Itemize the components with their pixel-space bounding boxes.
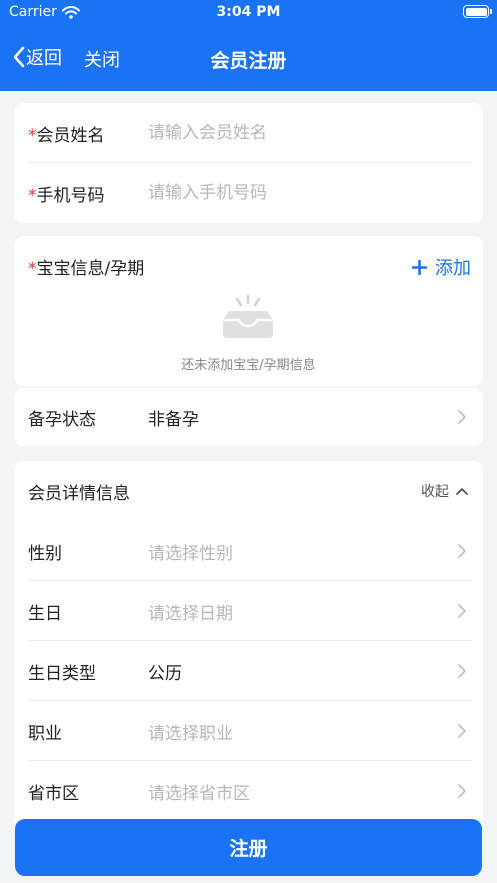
detail-label: 职业 [28, 723, 62, 744]
chevron-up-icon [456, 488, 468, 495]
chevron-right-icon [458, 544, 466, 558]
details-list: 性别 请选择性别生日 请选择日期生日类型 公历职业 请选择职业省市区 请选择省市区 [14, 521, 483, 821]
pregnancy-card: 备孕状态 非备孕 [14, 388, 483, 446]
add-baby-button[interactable]: 添加 [412, 254, 471, 280]
pregnancy-row[interactable]: 备孕状态 非备孕 [14, 388, 483, 446]
required-mark: * [28, 258, 37, 279]
chevron-right-icon [458, 664, 466, 678]
nav-bar: 返回 关闭 会员注册 [0, 38, 497, 78]
required-mark: * [28, 125, 37, 146]
detail-value: 公历 [148, 663, 182, 684]
name-input[interactable] [148, 123, 469, 143]
empty-state-text: 还未添加宝宝/孕期信息 [181, 358, 316, 373]
detail-row[interactable]: 性别 请选择性别 [14, 521, 483, 581]
detail-label: 生日 [28, 603, 62, 624]
pregnancy-label: 备孕状态 [28, 409, 96, 430]
phone-row: *手机号码 [14, 163, 483, 223]
detail-value: 请选择日期 [148, 603, 233, 624]
status-time: 3:04 PM [216, 4, 281, 20]
member-details-card: 会员详情信息 收起 性别 请选择性别生日 请选择日期生日类型 公历职业 请选择职业省市区… [14, 461, 483, 821]
detail-row[interactable]: 省市区 请选择省市区 [14, 761, 483, 821]
detail-value: 请选择省市区 [148, 783, 250, 804]
plus-icon [412, 259, 427, 275]
detail-label: 省市区 [28, 783, 79, 804]
name-label: *会员姓名 [28, 125, 105, 146]
empty-box-icon [223, 294, 273, 338]
phone-input[interactable] [148, 183, 469, 203]
details-title: 会员详情信息 [28, 483, 130, 504]
baby-label: *宝宝信息/孕期 [28, 258, 145, 279]
detail-label: 生日类型 [28, 663, 96, 684]
collapse-button[interactable]: 收起 [421, 481, 469, 501]
phone-label: *手机号码 [28, 185, 105, 206]
chevron-right-icon [458, 604, 466, 618]
chevron-right-icon [458, 724, 466, 738]
register-button[interactable]: 注册 [15, 819, 482, 876]
add-baby-label: 添加 [435, 258, 471, 279]
detail-row[interactable]: 生日 请选择日期 [14, 581, 483, 641]
detail-label: 性别 [28, 543, 62, 564]
baby-info-card: *宝宝信息/孕期 添加 还未添加宝宝/孕期信息 [14, 236, 483, 386]
collapse-label: 收起 [421, 484, 449, 500]
detail-value: 请选择职业 [148, 723, 233, 744]
basic-info-card: *会员姓名 *手机号码 [14, 103, 483, 223]
app-header: Carrier 3:04 PM 返回 关闭 会员注册 [0, 0, 497, 91]
details-header: 会员详情信息 收起 [14, 461, 483, 521]
detail-row[interactable]: 生日类型 公历 [14, 641, 483, 701]
detail-row[interactable]: 职业 请选择职业 [14, 701, 483, 761]
chevron-right-icon [458, 784, 466, 798]
status-bar: Carrier 3:04 PM [0, 0, 497, 26]
chevron-right-icon [458, 410, 466, 424]
battery-icon [463, 5, 492, 18]
name-row: *会员姓名 [14, 103, 483, 163]
detail-value: 请选择性别 [148, 543, 233, 564]
page-title: 会员注册 [210, 50, 287, 72]
pregnancy-value: 非备孕 [148, 409, 199, 430]
required-mark: * [28, 185, 37, 206]
